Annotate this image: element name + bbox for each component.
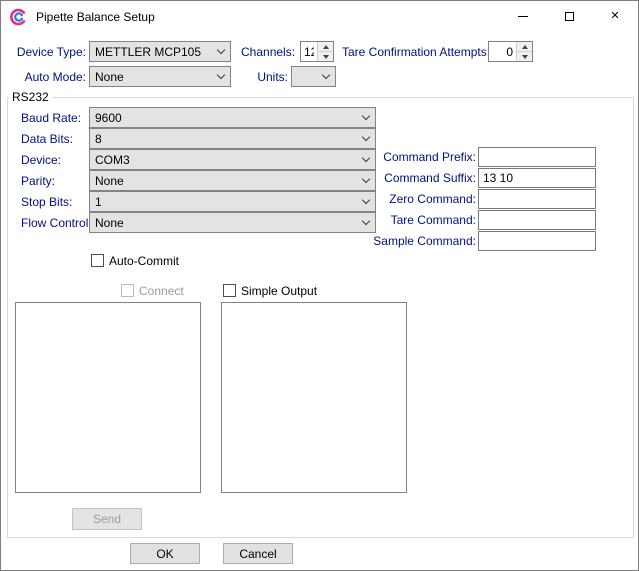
chevron-down-icon — [211, 67, 230, 86]
connect-checkbox — [121, 284, 134, 297]
flow-control-select[interactable]: None — [89, 212, 376, 233]
chevron-down-icon — [316, 67, 335, 86]
device-type-select[interactable]: METTLER MCP105 — [89, 41, 231, 62]
list-box-left[interactable] — [15, 302, 201, 493]
sample-command-input[interactable] — [478, 231, 596, 251]
app-logo-icon — [10, 8, 28, 26]
command-prefix-input[interactable] — [478, 147, 596, 167]
cancel-button[interactable]: Cancel — [223, 543, 293, 564]
chevron-down-icon — [211, 42, 230, 61]
parity-select[interactable]: None — [89, 170, 376, 191]
caption-buttons: ✕ — [500, 1, 638, 32]
channels-input[interactable] — [301, 42, 317, 61]
parity-label: Parity: — [21, 174, 55, 188]
command-suffix-input[interactable] — [478, 168, 596, 188]
data-bits-label: Data Bits: — [21, 132, 73, 146]
send-button: Send — [72, 508, 142, 530]
maximize-icon — [565, 12, 574, 21]
channels-stepper[interactable] — [300, 41, 334, 62]
units-label: Units: — [244, 70, 288, 84]
connect-label: Connect — [139, 284, 184, 298]
units-select[interactable] — [291, 66, 336, 87]
tare-command-input[interactable] — [478, 210, 596, 230]
ok-button[interactable]: OK — [130, 543, 200, 564]
device-type-label: Device Type: — [11, 45, 86, 59]
auto-mode-label: Auto Mode: — [11, 70, 86, 84]
chevron-down-icon — [356, 108, 375, 127]
spin-up-icon[interactable] — [318, 42, 333, 51]
baud-rate-select[interactable]: 9600 — [89, 107, 376, 128]
command-prefix-label: Command Prefix: — [366, 150, 476, 164]
chevron-down-icon — [356, 129, 375, 148]
command-suffix-label: Command Suffix: — [366, 171, 476, 185]
stop-bits-select[interactable]: 1 — [89, 191, 376, 212]
data-bits-select[interactable]: 8 — [89, 128, 376, 149]
tare-attempts-input[interactable] — [489, 42, 516, 61]
device-label: Device: — [21, 153, 61, 167]
close-icon: ✕ — [610, 11, 619, 22]
zero-command-label: Zero Command: — [366, 192, 476, 206]
stop-bits-label: Stop Bits: — [21, 195, 72, 209]
close-button[interactable]: ✕ — [592, 1, 638, 32]
minimize-icon — [518, 16, 528, 17]
tare-command-label: Tare Command: — [366, 213, 476, 227]
simple-output-label: Simple Output — [241, 284, 317, 298]
tare-attempts-label: Tare Confirmation Attempts: — [342, 45, 490, 59]
zero-command-input[interactable] — [478, 189, 596, 209]
spin-down-icon[interactable] — [318, 51, 333, 61]
titlebar[interactable]: Pipette Balance Setup ✕ — [1, 1, 638, 32]
flow-control-label: Flow Control: — [21, 216, 92, 230]
window-title: Pipette Balance Setup — [36, 10, 155, 24]
auto-commit-checkbox[interactable] — [91, 254, 104, 267]
spin-up-icon[interactable] — [517, 42, 532, 51]
auto-mode-select[interactable]: None — [89, 66, 231, 87]
auto-commit-label: Auto-Commit — [109, 254, 179, 268]
pipette-balance-setup-dialog: Pipette Balance Setup ✕ Device Type: MET… — [0, 0, 639, 571]
spin-down-icon[interactable] — [517, 51, 532, 61]
simple-output-checkbox[interactable] — [223, 284, 236, 297]
minimize-button[interactable] — [500, 1, 546, 32]
baud-rate-label: Baud Rate: — [21, 111, 81, 125]
sample-command-label: Sample Command: — [366, 234, 476, 248]
device-select[interactable]: COM3 — [89, 149, 376, 170]
tare-attempts-stepper[interactable] — [488, 41, 533, 62]
channels-label: Channels: — [241, 45, 295, 59]
maximize-button[interactable] — [546, 1, 592, 32]
list-box-right[interactable] — [221, 302, 407, 493]
rs232-group-label: RS232 — [9, 90, 52, 104]
